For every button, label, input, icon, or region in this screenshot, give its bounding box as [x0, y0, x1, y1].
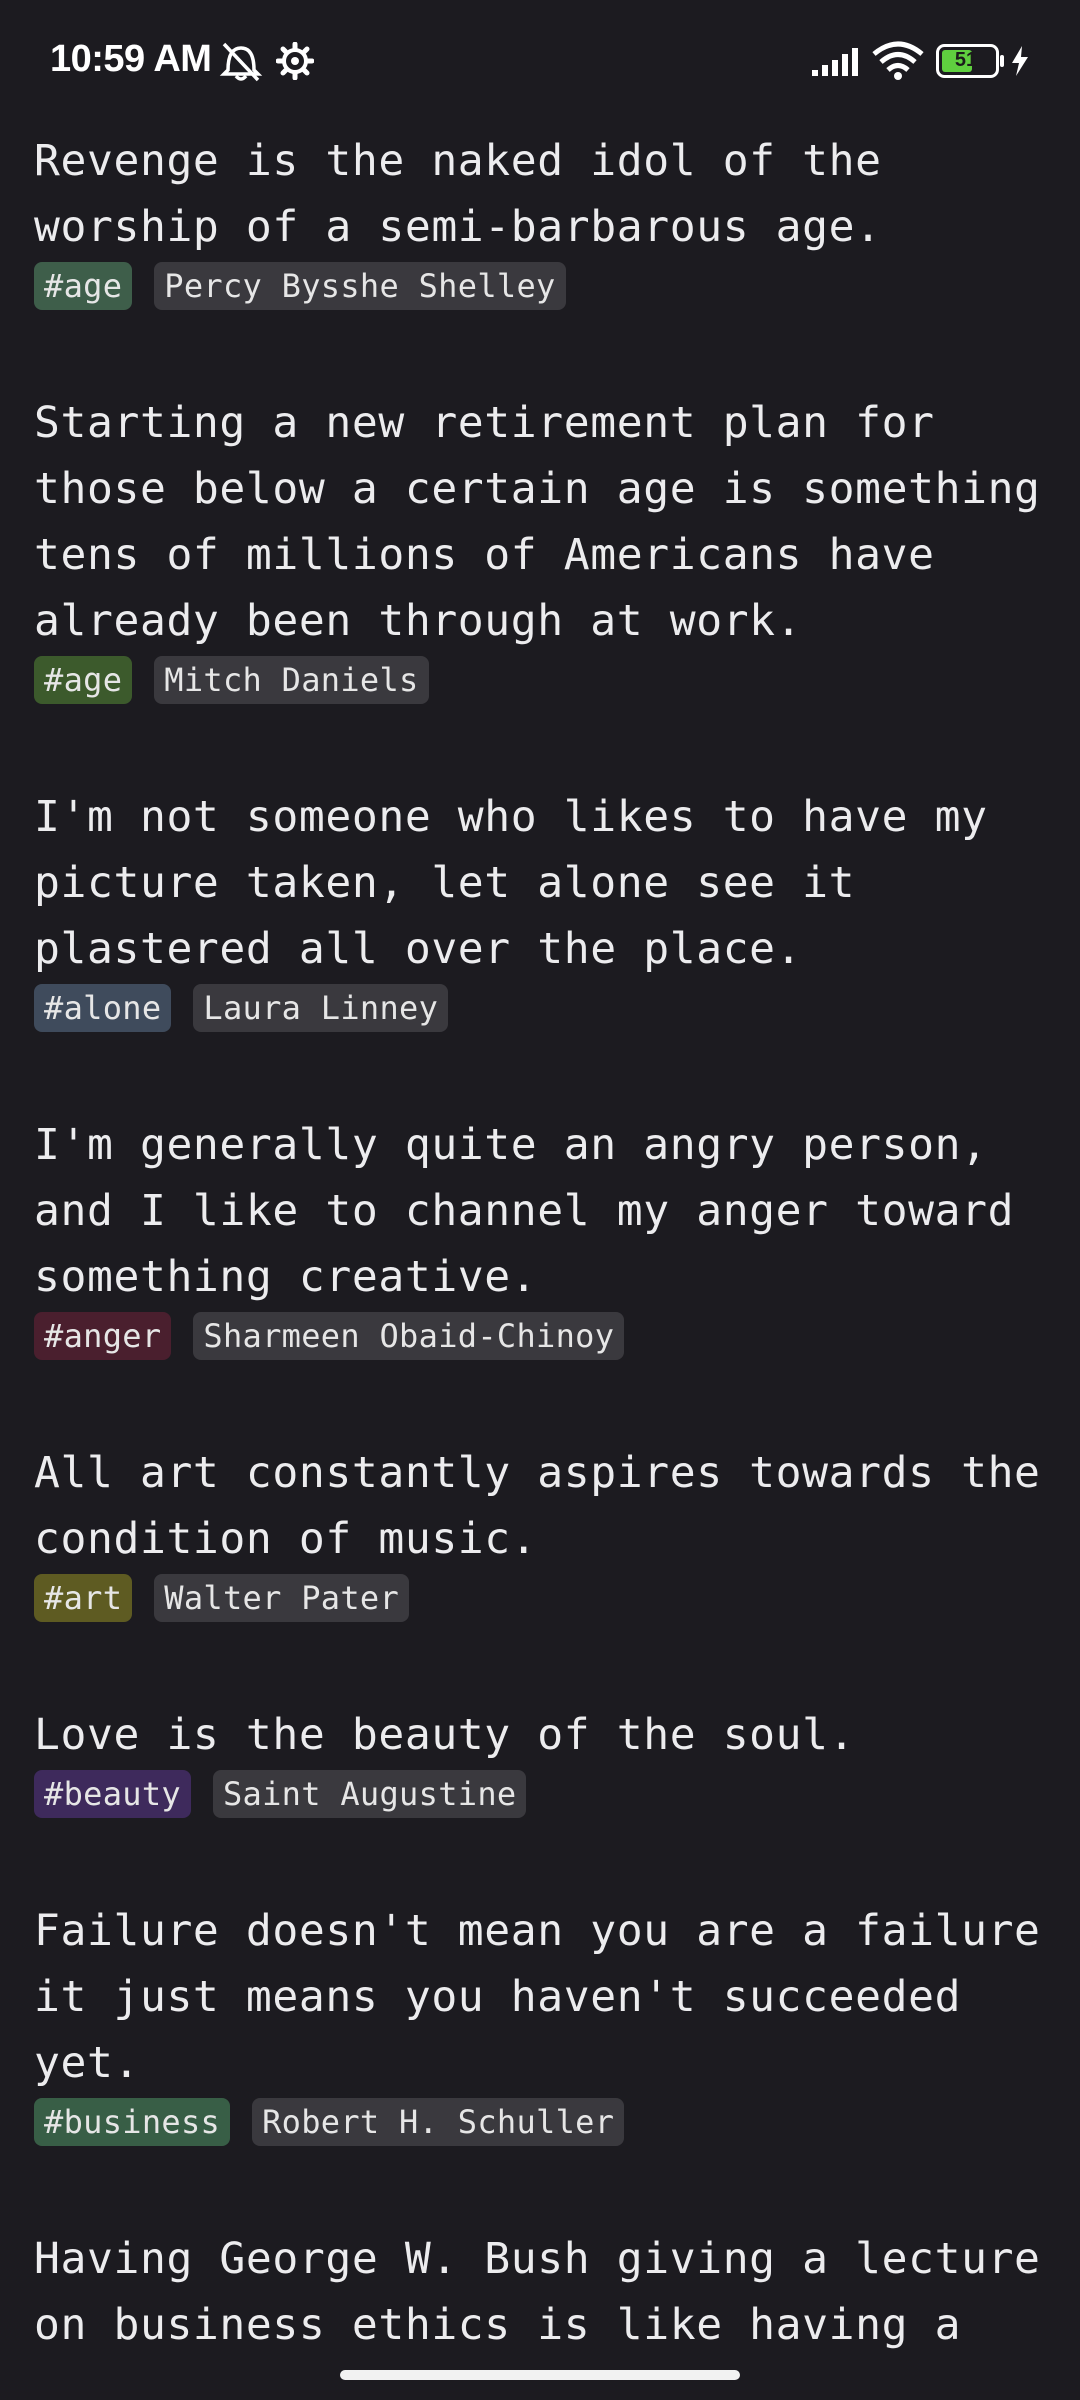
topic-tag[interactable]: #age	[34, 656, 133, 704]
status-time: 10:59 AM	[50, 38, 212, 80]
quote-text: Starting a new retirement plan for those…	[34, 398, 1041, 646]
author-badge[interactable]: Saint Augustine	[212, 1770, 527, 1818]
quote-card[interactable]: Revenge is the naked idol of the worship…	[0, 128, 1080, 310]
quote-text: Failure doesn't mean you are a failure i…	[34, 1906, 1041, 2088]
quote-card[interactable]: All art constantly aspires towards the c…	[0, 1440, 1080, 1622]
quote-meta: #age Percy Bysshe Shelley	[34, 262, 1046, 310]
topic-tag[interactable]: #art	[34, 1574, 133, 1622]
topic-tag[interactable]: #age	[34, 262, 133, 310]
author-badge[interactable]: Mitch Daniels	[154, 656, 429, 704]
author-badge[interactable]: Percy Bysshe Shelley	[154, 262, 566, 310]
status-bar: 10:59 AM 51	[0, 0, 1080, 120]
quote-card[interactable]: Starting a new retirement plan for those…	[0, 390, 1080, 704]
topic-tag[interactable]: #beauty	[34, 1770, 191, 1818]
quote-list[interactable]: Revenge is the naked idol of the worship…	[0, 128, 1080, 2350]
quote-text: I'm not someone who likes to have my pic…	[34, 792, 988, 974]
quote-card[interactable]: Having George W. Bush giving a lecture o…	[0, 2226, 1080, 2350]
settings-gear-icon	[276, 42, 314, 80]
author-badge[interactable]: Robert H. Schuller	[252, 2098, 625, 2146]
quote-text: Having George W. Bush giving a lecture o…	[34, 2234, 1041, 2350]
mute-bell-icon	[219, 42, 263, 82]
quote-card[interactable]: Love is the beauty of the soul. #beauty …	[0, 1702, 1080, 1818]
home-indicator[interactable]	[340, 2370, 740, 2380]
quote-text: I'm generally quite an angry person, and…	[34, 1120, 1015, 1302]
quote-meta: #beauty Saint Augustine	[34, 1770, 1046, 1818]
quote-meta: #business Robert H. Schuller	[34, 2098, 1046, 2146]
topic-tag[interactable]: #alone	[34, 984, 172, 1032]
quote-card[interactable]: I'm generally quite an angry person, and…	[0, 1112, 1080, 1360]
charging-bolt-icon	[1012, 46, 1028, 76]
wifi-icon	[872, 41, 924, 80]
quote-meta: #age Mitch Daniels	[34, 656, 1046, 704]
quote-text: All art constantly aspires towards the c…	[34, 1448, 1041, 1564]
quote-card[interactable]: Failure doesn't mean you are a failure i…	[0, 1898, 1080, 2146]
signal-icon	[812, 48, 858, 76]
quote-text: Revenge is the naked idol of the worship…	[34, 136, 882, 252]
quote-meta: #alone Laura Linney	[34, 984, 1046, 1032]
quote-meta: #art Walter Pater	[34, 1574, 1046, 1622]
quote-meta: #anger Sharmeen Obaid-Chinoy	[34, 1312, 1046, 1360]
author-badge[interactable]: Laura Linney	[193, 984, 449, 1032]
quote-text: Love is the beauty of the soul.	[34, 1710, 856, 1760]
topic-tag[interactable]: #business	[34, 2098, 231, 2146]
topic-tag[interactable]: #anger	[34, 1312, 172, 1360]
author-badge[interactable]: Sharmeen Obaid-Chinoy	[193, 1312, 625, 1360]
battery-level: 51	[954, 49, 978, 71]
author-badge[interactable]: Walter Pater	[154, 1574, 410, 1622]
battery-icon: 51	[936, 44, 1006, 78]
quote-card[interactable]: I'm not someone who likes to have my pic…	[0, 784, 1080, 1032]
